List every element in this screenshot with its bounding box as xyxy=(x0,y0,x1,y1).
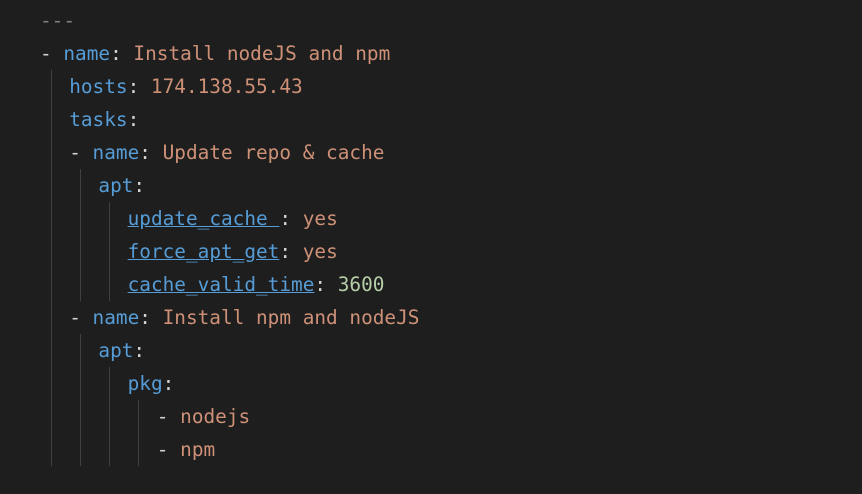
code-token: - xyxy=(69,141,93,164)
code-line[interactable]: update_cache : yes xyxy=(128,202,338,235)
code-line[interactable]: - nodejs xyxy=(157,400,250,433)
code-token: apt xyxy=(98,174,134,197)
code-token: apt xyxy=(98,339,134,362)
indent-guide xyxy=(109,367,110,466)
code-token: : xyxy=(162,372,175,395)
code-token: : xyxy=(127,75,151,98)
code-token: : xyxy=(139,306,163,329)
code-token: : xyxy=(133,339,146,362)
code-token: nodejs xyxy=(180,405,251,428)
code-token: : xyxy=(279,240,303,263)
code-token: : xyxy=(314,273,338,296)
code-token: yes xyxy=(302,207,338,230)
code-token: - xyxy=(69,306,93,329)
code-token: pkg xyxy=(127,372,163,395)
code-line[interactable]: tasks: xyxy=(69,103,139,136)
code-token: force_apt_get xyxy=(127,240,280,263)
code-token: cache_valid_time xyxy=(127,273,315,296)
code-token: : xyxy=(110,42,134,65)
code-line[interactable]: apt: xyxy=(98,334,145,367)
code-line[interactable]: - name: Install npm and nodeJS xyxy=(69,301,419,334)
code-line[interactable]: - name: Install nodeJS and npm xyxy=(40,37,390,70)
code-line[interactable]: - npm xyxy=(157,433,215,466)
code-line[interactable]: hosts: 174.138.55.43 xyxy=(69,70,303,103)
code-token: : xyxy=(127,108,140,131)
code-line[interactable]: pkg: xyxy=(128,367,175,400)
code-token: Update repo & cache xyxy=(162,141,385,164)
indent-guide xyxy=(138,400,139,466)
code-token: 174.138.55.43 xyxy=(150,75,303,98)
indent-guide xyxy=(51,70,52,466)
code-token: npm xyxy=(180,438,216,461)
code-line[interactable]: cache_valid_time: 3600 xyxy=(128,268,385,301)
code-token: - xyxy=(156,438,181,461)
code-token: tasks xyxy=(69,108,128,131)
code-token: Install nodeJS and npm xyxy=(133,42,391,65)
code-token: - xyxy=(40,42,64,65)
code-token: : xyxy=(279,207,303,230)
code-token: name xyxy=(92,306,140,329)
code-token: name xyxy=(63,42,111,65)
code-line[interactable]: --- xyxy=(40,4,75,37)
indent-guide xyxy=(80,169,81,301)
indent-guide xyxy=(80,334,81,466)
code-line[interactable]: apt: xyxy=(98,169,145,202)
code-token: 3600 xyxy=(337,273,385,296)
code-token: hosts xyxy=(69,75,128,98)
code-token: : xyxy=(133,174,146,197)
code-editor[interactable]: --- - name: Install nodeJS and npm hosts: … xyxy=(0,0,862,494)
code-token: - xyxy=(156,405,181,428)
code-line[interactable]: - name: Update repo & cache xyxy=(69,136,384,169)
code-token: update_cache xyxy=(127,207,280,230)
code-line[interactable]: force_apt_get: yes xyxy=(128,235,338,268)
code-token: --- xyxy=(40,9,76,32)
code-token: Install npm and nodeJS xyxy=(162,306,420,329)
code-token: name xyxy=(92,141,140,164)
code-token: yes xyxy=(302,240,338,263)
indent-guide xyxy=(109,202,110,301)
code-token: : xyxy=(139,141,163,164)
